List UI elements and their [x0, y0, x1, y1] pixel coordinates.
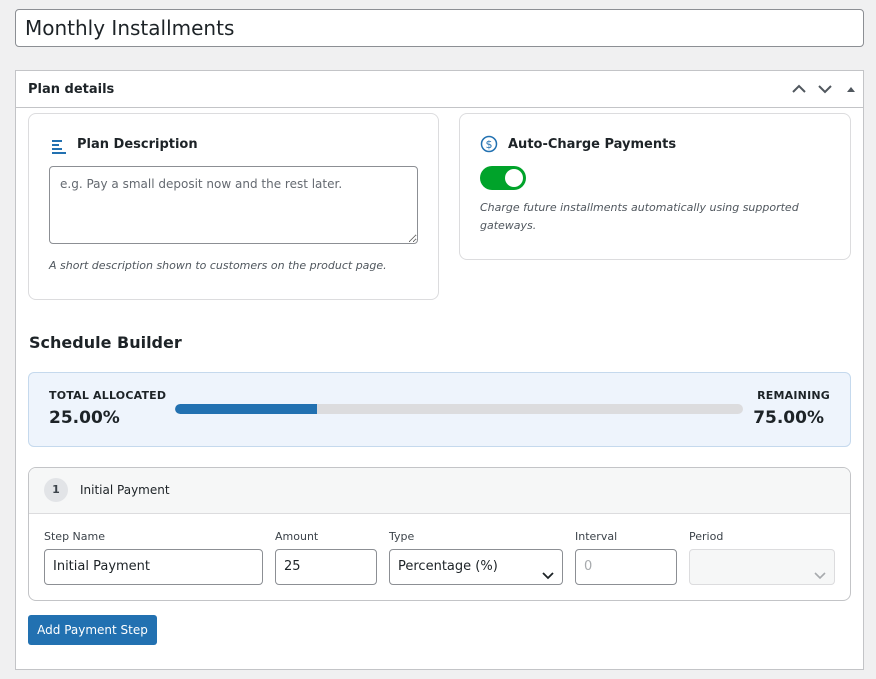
text-lines-icon	[51, 138, 67, 158]
plan-description-textarea[interactable]	[49, 166, 418, 244]
metabox-header: Plan details	[16, 71, 863, 108]
auto-charge-toggle[interactable]	[480, 166, 526, 190]
chevron-up-icon[interactable]	[790, 80, 808, 98]
step-name-label: Step Name	[44, 530, 105, 543]
svg-text:$: $	[486, 138, 493, 151]
plan-description-card: Plan Description A short description sho…	[28, 113, 439, 300]
metabox-title: Plan details	[28, 82, 115, 97]
period-select[interactable]	[689, 549, 835, 585]
allocation-progress-bar	[175, 404, 743, 414]
type-select-value: Percentage (%)	[398, 559, 498, 574]
interval-label: Interval	[575, 530, 618, 543]
step-name-input[interactable]: Initial Payment	[44, 549, 263, 585]
collapse-triangle-icon[interactable]	[842, 80, 860, 98]
allocation-summary: TOTAL ALLOCATED 25.00% REMAINING 75.00%	[28, 372, 851, 447]
step-header-name: Initial Payment	[80, 483, 170, 497]
schedule-builder-title: Schedule Builder	[29, 333, 182, 352]
plan-description-title: Plan Description	[77, 137, 198, 152]
payment-step: 1 Initial Payment Step Name Initial Paym…	[28, 467, 851, 601]
amount-label: Amount	[275, 530, 319, 543]
interval-input[interactable]: 0	[575, 549, 677, 585]
type-select[interactable]: Percentage (%)	[389, 549, 563, 585]
remaining-value: 75.00%	[753, 408, 824, 428]
dollar-circle-icon: $	[480, 135, 498, 157]
auto-charge-card: $ Auto-Charge Payments Charge future ins…	[459, 113, 851, 260]
remaining-label: REMAINING	[757, 389, 830, 402]
chevron-down-icon[interactable]	[816, 80, 834, 98]
plan-details-metabox: Plan details Plan Description A short de…	[15, 70, 864, 670]
add-payment-step-button[interactable]: Add Payment Step	[28, 615, 157, 645]
auto-charge-help: Charge future installments automatically…	[480, 201, 799, 232]
allocation-progress-fill	[175, 404, 317, 414]
payment-step-header[interactable]: 1 Initial Payment	[29, 468, 850, 514]
plan-description-help: A short description shown to customers o…	[49, 259, 387, 272]
period-label: Period	[689, 530, 724, 543]
chevron-down-icon	[814, 561, 826, 595]
auto-charge-title: Auto-Charge Payments	[508, 137, 677, 152]
step-number-badge: 1	[44, 478, 68, 502]
toggle-knob	[505, 169, 523, 187]
total-allocated-value: 25.00%	[49, 408, 120, 428]
chevron-down-icon	[542, 561, 554, 595]
amount-input[interactable]: 25	[275, 549, 377, 585]
post-title-input[interactable]	[15, 9, 864, 47]
total-allocated-label: TOTAL ALLOCATED	[49, 389, 167, 402]
type-label: Type	[389, 530, 415, 543]
